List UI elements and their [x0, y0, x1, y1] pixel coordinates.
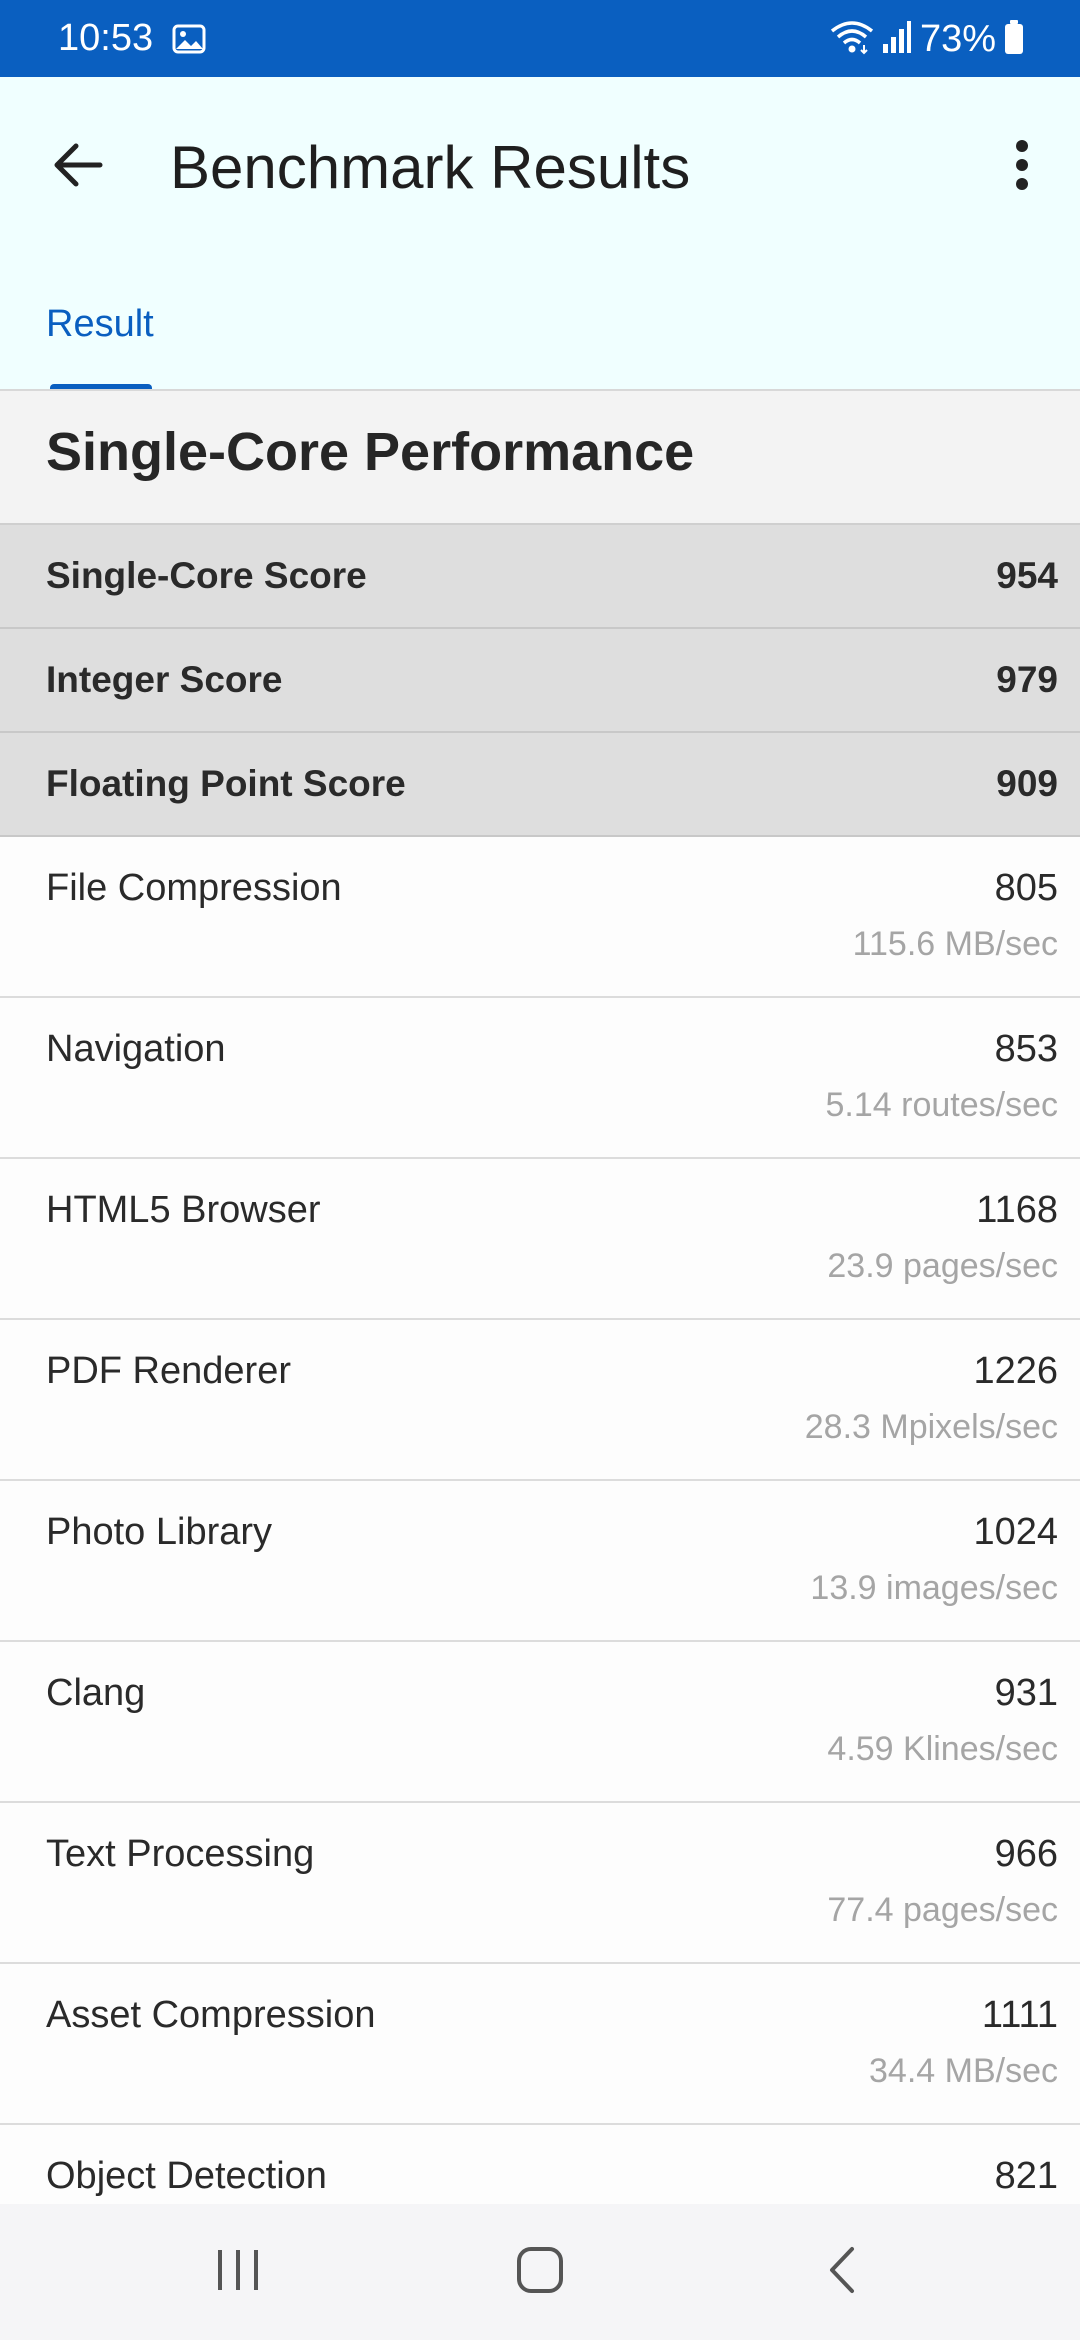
benchmark-score: 1111: [981, 1994, 1058, 2036]
back-button[interactable]: [40, 129, 116, 205]
benchmark-rate: 13.9 images/sec: [810, 1569, 1058, 1607]
benchmark-name: Object Detection: [46, 2155, 327, 2197]
benchmark-row-file-compression[interactable]: File Compression 805 115.6 MB/sec: [0, 837, 1080, 998]
benchmark-row-html5-browser[interactable]: HTML5 Browser 1168 23.9 pages/sec: [0, 1159, 1080, 1320]
benchmark-rate: 5.14 routes/sec: [825, 1086, 1058, 1124]
benchmark-name: Text Processing: [46, 1833, 315, 1875]
battery-percentage: 73%: [919, 18, 996, 60]
benchmark-row-clang[interactable]: Clang 931 4.59 Klines/sec: [0, 1642, 1080, 1803]
more-vert-icon: [1015, 139, 1029, 195]
recents-button[interactable]: [190, 2224, 286, 2320]
benchmark-score: 1168: [976, 1189, 1058, 1231]
benchmark-name: HTML5 Browser: [46, 1189, 321, 1231]
benchmark-name: Clang: [46, 1672, 146, 1714]
benchmark-row-asset-compression[interactable]: Asset Compression 1111 34.4 MB/sec: [0, 1964, 1080, 2125]
section-title: Single-Core Performance: [46, 422, 695, 482]
section-header: Single-Core Performance: [0, 391, 1080, 525]
score-row-floating-point: Floating Point Score 909: [0, 733, 1080, 837]
benchmark-score: 805: [994, 867, 1058, 909]
score-value: 954: [996, 555, 1058, 596]
benchmark-row-navigation[interactable]: Navigation 853 5.14 routes/sec: [0, 998, 1080, 1159]
benchmark-row-photo-library[interactable]: Photo Library 1024 13.9 images/sec: [0, 1481, 1080, 1642]
benchmark-rate: 4.59 Klines/sec: [827, 1730, 1058, 1768]
image-icon: [172, 24, 206, 59]
score-label: Single-Core Score: [46, 555, 367, 596]
back-nav-icon: [826, 2245, 858, 2300]
status-bar: 10:53 73%: [0, 0, 1080, 77]
benchmark-score: 821: [994, 2155, 1058, 2197]
wifi-icon: [830, 19, 874, 60]
score-label: Integer Score: [46, 659, 283, 700]
home-button[interactable]: [492, 2224, 588, 2320]
benchmark-score: 1226: [973, 1350, 1058, 1392]
benchmark-name: Photo Library: [46, 1511, 273, 1553]
status-icons: 73%: [830, 18, 1024, 60]
benchmark-row-text-processing[interactable]: Text Processing 966 77.4 pages/sec: [0, 1803, 1080, 1964]
benchmark-name: File Compression: [46, 867, 342, 909]
battery-icon: [1004, 19, 1024, 60]
benchmark-name: PDF Renderer: [46, 1350, 291, 1392]
benchmark-score: 1024: [973, 1511, 1058, 1553]
score-row-integer: Integer Score 979: [0, 629, 1080, 733]
signal-icon: [882, 20, 912, 59]
more-options-button[interactable]: [984, 129, 1060, 205]
benchmark-score: 966: [994, 1833, 1058, 1875]
benchmark-name: Navigation: [46, 1028, 226, 1070]
benchmark-rate: 115.6 MB/sec: [852, 925, 1058, 963]
arrow-back-icon: [52, 141, 104, 194]
system-nav-bar: [0, 2204, 1080, 2340]
status-time: 10:53: [58, 17, 154, 59]
app-bar: Benchmark Results Result: [0, 77, 1080, 390]
score-row-single-core: Single-Core Score 954: [0, 525, 1080, 629]
recents-icon: [215, 2248, 261, 2297]
benchmark-rate: 28.3 Mpixels/sec: [804, 1408, 1058, 1446]
benchmark-name: Asset Compression: [46, 1994, 376, 2036]
benchmark-score: 931: [994, 1672, 1058, 1714]
page-title: Benchmark Results: [170, 134, 691, 201]
benchmark-rate: 34.4 MB/sec: [869, 2052, 1058, 2090]
score-value: 979: [996, 659, 1058, 700]
back-nav-button[interactable]: [794, 2224, 890, 2320]
benchmark-row-pdf-renderer[interactable]: PDF Renderer 1226 28.3 Mpixels/sec: [0, 1320, 1080, 1481]
home-icon: [516, 2246, 564, 2299]
benchmark-score: 853: [994, 1028, 1058, 1070]
tab-result[interactable]: Result: [46, 303, 154, 346]
benchmark-rate: 77.4 pages/sec: [827, 1891, 1058, 1929]
benchmark-rate: 23.9 pages/sec: [827, 1247, 1058, 1285]
score-label: Floating Point Score: [46, 763, 406, 804]
score-value: 909: [996, 763, 1058, 804]
